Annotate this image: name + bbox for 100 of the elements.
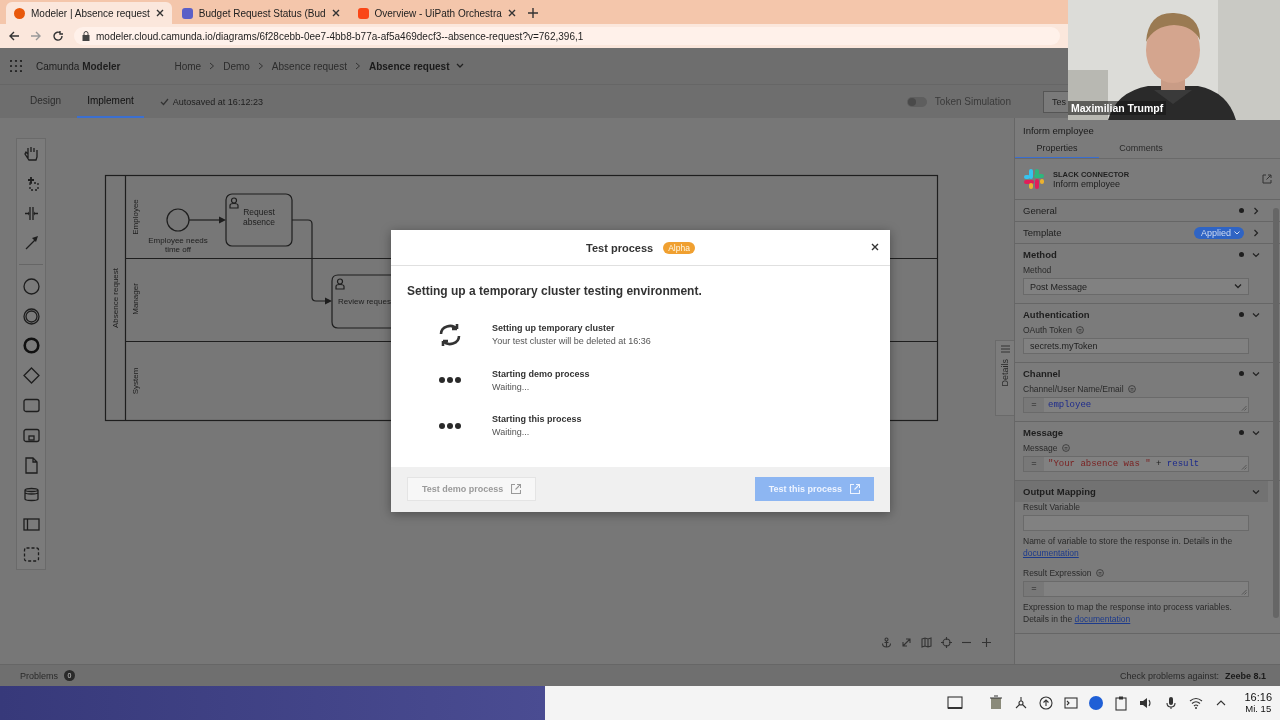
tab-title: Modeler | Absence request — [31, 7, 150, 19]
app-badge-icon[interactable] — [1088, 695, 1105, 711]
problems-tab[interactable]: Problems — [20, 670, 58, 681]
lane-label: Manager — [131, 283, 140, 315]
forward-icon[interactable] — [30, 30, 42, 42]
mode-tab[interactable]: Design — [20, 85, 72, 118]
pool-icon[interactable] — [22, 516, 40, 534]
tab-title: Overview - UiPath Orchestra — [374, 7, 502, 19]
input-field[interactable]: secrets.myToken — [1023, 338, 1249, 354]
back-icon[interactable] — [8, 30, 20, 42]
tab-title: Budget Request Status (Bud — [198, 7, 326, 19]
field-hint: Name of variable to store the response in. Details in the documentation — [1023, 535, 1234, 560]
section-header[interactable]: Authentication — [1015, 304, 1268, 325]
field-label: Method — [1023, 265, 1052, 275]
panel-tab[interactable]: Properties — [1015, 140, 1099, 158]
field-hint: Expression to map the response into process variables. Details in the documentation — [1023, 600, 1233, 626]
expand-icon[interactable] — [901, 637, 912, 648]
documentation-link[interactable]: documentation — [1023, 548, 1079, 559]
terminal-icon[interactable] — [1063, 695, 1080, 711]
caret-icon — [1234, 284, 1242, 289]
upload-icon[interactable] — [1038, 695, 1055, 711]
task-shape[interactable] — [331, 274, 393, 329]
applied-badge[interactable]: Applied — [1193, 226, 1244, 239]
autosave-status: Autosaved at 16:12:23 — [172, 96, 263, 107]
section-title: Method — [1023, 249, 1058, 260]
engine-version[interactable]: Zeebe 8.1 — [1224, 670, 1266, 681]
reload-icon[interactable] — [52, 30, 64, 42]
field-label: Channel/User Name/Email — [1023, 384, 1124, 394]
section-header[interactable]: Output Mapping — [1015, 481, 1268, 502]
breadcrumb-dropdown[interactable]: Absence request — [368, 60, 464, 72]
app-grid-icon[interactable] — [10, 60, 22, 72]
step-title: Starting demo process — [492, 368, 590, 379]
address-field[interactable]: modeler.cloud.camunda.io/diagrams/6f28cebb-0ee7-4bb8-b77a-af5a469decf3--absence-request?v=762,396,1 — [74, 27, 1060, 45]
sequence-arrow[interactable] — [188, 216, 226, 224]
space-tool-icon[interactable] — [22, 204, 40, 222]
user-icon — [229, 197, 239, 209]
caret-icon — [455, 63, 464, 69]
field-label: OAuth Token — [1023, 325, 1072, 335]
intermediate-event-icon[interactable] — [22, 307, 40, 325]
step-status: Waiting... — [492, 381, 531, 392]
expression-field[interactable]: = "Your absence was " + result — [1023, 456, 1249, 472]
group-icon[interactable] — [22, 545, 40, 563]
chevron-right-icon — [209, 62, 216, 70]
trash-icon[interactable] — [988, 695, 1005, 711]
external-link-icon[interactable] — [1262, 174, 1272, 184]
subprocess-icon[interactable] — [22, 426, 40, 444]
start-event-icon[interactable] — [22, 277, 40, 295]
close-icon[interactable] — [331, 9, 340, 17]
section-header[interactable]: Message — [1015, 422, 1268, 443]
clipboard-icon[interactable] — [1113, 695, 1130, 711]
anchor-icon[interactable] — [881, 637, 892, 648]
pool-label: Absence request — [111, 268, 120, 328]
step-title: Starting this process — [492, 414, 582, 425]
documentation-link[interactable]: documentation — [1074, 613, 1131, 624]
select-field[interactable]: Post Message — [1023, 278, 1249, 295]
hand-tool-icon[interactable] — [22, 145, 40, 162]
window-icon[interactable] — [947, 695, 964, 711]
wifi-icon[interactable] — [1188, 695, 1205, 711]
breadcrumb-link[interactable]: Absence request — [271, 60, 347, 72]
engine-label: Check problems against: — [1119, 670, 1219, 681]
section-header[interactable]: Channel — [1015, 363, 1268, 384]
task-icon[interactable] — [22, 397, 40, 415]
panel-tab[interactable]: Comments — [1099, 140, 1183, 158]
chevron-right-icon — [354, 62, 361, 70]
data-object-icon[interactable] — [22, 456, 40, 474]
user-icon — [335, 278, 345, 290]
task-label: Request absence — [241, 208, 277, 228]
section-header[interactable]: Template Applied — [1015, 222, 1268, 243]
participant-name: Maximilian Trumpf — [1068, 101, 1167, 115]
test-button[interactable]: Tes — [1043, 90, 1068, 113]
resize-grip-icon[interactable] — [1241, 405, 1247, 411]
map-icon[interactable] — [921, 637, 932, 648]
expression-field[interactable]: = employee — [1023, 397, 1249, 413]
close-icon[interactable] — [871, 243, 879, 251]
section-header[interactable]: Method — [1015, 244, 1268, 265]
feel-marker: = — [1024, 457, 1044, 471]
browser-tab[interactable]: Modeler | Absence request — [6, 2, 172, 24]
browser-tab[interactable]: Overview - UiPath Orchestra — [349, 2, 524, 24]
section-header[interactable]: General — [1015, 200, 1268, 221]
toggle-switch[interactable] — [906, 96, 927, 107]
task-label: Review reques — [338, 297, 391, 306]
clock[interactable]: 16:16 Mi. 15 — [1244, 692, 1272, 714]
end-event-icon[interactable] — [22, 337, 40, 355]
menu-icon — [1000, 345, 1010, 353]
expression-field[interactable]: = — [1023, 580, 1249, 597]
close-icon[interactable] — [155, 9, 164, 17]
browser-tab[interactable]: Budget Request Status (Bud — [173, 2, 348, 24]
section-title: Channel — [1023, 368, 1062, 379]
breadcrumb-link[interactable]: Home — [174, 60, 202, 72]
details-tab[interactable]: Details — [995, 340, 1014, 416]
resize-grip-icon[interactable] — [1241, 464, 1247, 470]
resize-grip-icon[interactable] — [1241, 588, 1247, 595]
data-store-icon[interactable] — [22, 486, 40, 504]
zoom-in-icon[interactable] — [981, 637, 992, 648]
lane-label: System — [131, 367, 140, 395]
breadcrumb-link[interactable]: Demo — [223, 60, 250, 72]
close-icon[interactable] — [507, 9, 516, 17]
start-event[interactable] — [166, 208, 190, 232]
crosshair-icon[interactable] — [941, 637, 952, 648]
gateway-icon[interactable] — [22, 367, 40, 385]
